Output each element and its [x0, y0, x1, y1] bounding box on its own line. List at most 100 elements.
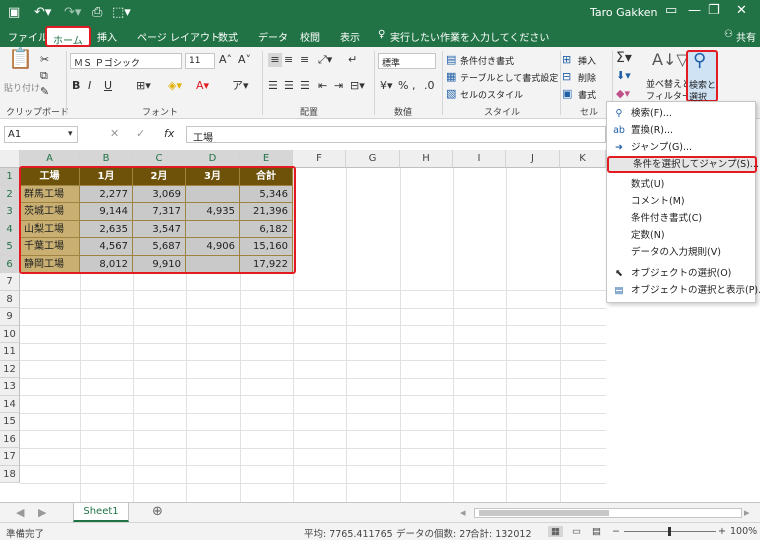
row-header-14[interactable]: 14: [0, 395, 20, 413]
menu-item-conditional-formatting[interactable]: 条件付き書式(C): [607, 210, 757, 227]
font-name-box[interactable]: ＭＳ Ｐゴシック: [70, 53, 182, 69]
grow-font-icon[interactable]: A˄: [219, 53, 232, 67]
clear-icon[interactable]: ◆▾: [616, 87, 630, 101]
shrink-font-icon[interactable]: A˅: [238, 53, 251, 67]
format-painter-icon[interactable]: ✎: [40, 85, 49, 99]
tab-view[interactable]: 表示: [340, 29, 360, 44]
row-header-2[interactable]: 2: [0, 185, 20, 203]
insert-cells-button[interactable]: 挿入: [578, 54, 596, 67]
wrap-text-icon[interactable]: ↵: [348, 53, 357, 67]
format-cells-button[interactable]: 書式: [578, 88, 596, 101]
select-all-corner[interactable]: [0, 150, 20, 168]
orientation-icon[interactable]: ⤢▾: [318, 53, 332, 67]
fill-icon[interactable]: ⬇▾: [616, 69, 631, 83]
align-left-icon[interactable]: ☰: [268, 79, 278, 93]
tab-file[interactable]: ファイル: [8, 29, 48, 44]
currency-icon[interactable]: ¥▾: [380, 79, 393, 93]
column-header-i[interactable]: I: [453, 150, 506, 168]
menu-item-comments[interactable]: コメント(M): [607, 193, 757, 210]
underline-icon[interactable]: U: [104, 79, 112, 93]
next-sheet-icon[interactable]: ▶: [38, 506, 46, 520]
ribbon-options-icon[interactable]: ▭: [665, 3, 677, 18]
delete-cells-button[interactable]: 削除: [578, 71, 596, 84]
row-header-10[interactable]: 10: [0, 325, 20, 343]
tab-formulas[interactable]: 数式: [218, 29, 238, 44]
row-header-7[interactable]: 7: [0, 273, 20, 291]
menu-item-selection-pane[interactable]: ▤ オブジェクトの選択と表示(P)...: [607, 282, 760, 299]
decimal-icon[interactable]: .0: [424, 79, 435, 93]
conditional-format-button[interactable]: 条件付き書式: [460, 54, 514, 67]
paste-icon[interactable]: 📋: [8, 48, 33, 68]
add-sheet-icon[interactable]: ⊕: [152, 505, 163, 519]
font-size-box[interactable]: 11: [185, 53, 215, 69]
menu-item-goto-special[interactable]: 条件を選択してジャンプ(S)...: [607, 156, 759, 173]
comma-icon[interactable]: ,: [412, 79, 416, 93]
page-layout-view-icon[interactable]: ▭: [572, 526, 581, 537]
copy-icon[interactable]: ⧉: [40, 69, 48, 83]
column-header-k[interactable]: K: [560, 150, 606, 168]
menu-item-constants[interactable]: 定数(N): [607, 227, 757, 244]
column-header-g[interactable]: G: [346, 150, 400, 168]
minimize-icon[interactable]: —: [688, 3, 701, 18]
row-header-4[interactable]: 4: [0, 220, 20, 238]
normal-view-icon[interactable]: ▦: [548, 526, 563, 537]
align-center-icon[interactable]: ☰: [284, 79, 294, 93]
share-button[interactable]: 共有: [736, 29, 756, 44]
share-icon[interactable]: ⚇: [724, 29, 733, 40]
scrollbar-thumb[interactable]: [479, 510, 609, 516]
enter-icon[interactable]: ✓: [136, 127, 145, 141]
row-header-16[interactable]: 16: [0, 430, 20, 448]
merge-center-icon[interactable]: ⊟▾: [350, 79, 365, 93]
bold-icon[interactable]: B: [72, 79, 80, 93]
quick-access-icon[interactable]: ⬚▾: [112, 4, 131, 22]
name-box[interactable]: A1: [4, 126, 78, 143]
column-header-j[interactable]: J: [506, 150, 560, 168]
sheet-tab-sheet1[interactable]: Sheet1: [73, 503, 129, 522]
italic-icon[interactable]: I: [88, 79, 91, 93]
menu-item-goto[interactable]: ➜ ジャンプ(G)...: [607, 139, 757, 156]
row-header-12[interactable]: 12: [0, 360, 20, 378]
menu-item-select-objects[interactable]: ⬉ オブジェクトの選択(O): [607, 265, 757, 282]
save-icon[interactable]: ▣: [8, 4, 20, 22]
row-header-9[interactable]: 9: [0, 308, 20, 326]
page-break-view-icon[interactable]: ▤: [592, 526, 601, 537]
tab-data[interactable]: データ: [258, 29, 288, 44]
insert-function-icon[interactable]: fx: [164, 127, 174, 141]
row-header-5[interactable]: 5: [0, 238, 20, 256]
undo-icon[interactable]: ↶▾: [34, 4, 51, 22]
prev-sheet-icon[interactable]: ◀: [16, 506, 24, 520]
user-name[interactable]: Taro Gakken: [590, 6, 658, 19]
scroll-left-icon[interactable]: ◂: [460, 506, 466, 520]
row-header-6[interactable]: 6: [0, 255, 20, 273]
find-select-button[interactable]: ⚲ 検索と 選択: [686, 50, 718, 103]
row-header-17[interactable]: 17: [0, 448, 20, 466]
paste-button[interactable]: 貼り付け: [4, 81, 40, 94]
tab-page-layout[interactable]: ページ レイアウト: [137, 29, 220, 44]
cut-icon[interactable]: ✂: [40, 53, 49, 67]
cell-styles-button[interactable]: セルのスタイル: [460, 88, 523, 101]
row-header-13[interactable]: 13: [0, 378, 20, 396]
cancel-icon[interactable]: ✕: [110, 127, 119, 141]
scroll-right-icon[interactable]: ▸: [744, 506, 750, 520]
align-bottom-icon[interactable]: ≡: [300, 53, 309, 67]
name-box-dropdown-icon[interactable]: ▾: [68, 127, 73, 141]
increase-indent-icon[interactable]: ⇥: [334, 79, 343, 93]
menu-item-data-validation[interactable]: データの入力規則(V): [607, 244, 757, 261]
phonetic-icon[interactable]: ア▾: [232, 79, 249, 93]
formula-input[interactable]: 工場: [186, 126, 606, 144]
row-header-15[interactable]: 15: [0, 413, 20, 431]
number-format-box[interactable]: 標準: [378, 53, 436, 69]
zoom-slider[interactable]: [624, 527, 716, 536]
zoom-out-icon[interactable]: −: [612, 526, 620, 537]
tab-insert[interactable]: 挿入: [97, 29, 117, 44]
row-header-18[interactable]: 18: [0, 465, 20, 483]
menu-item-find[interactable]: ⚲ 検索(F)...: [607, 105, 757, 122]
align-top-icon[interactable]: ≡: [268, 53, 282, 67]
autosum-icon[interactable]: Σ▾: [616, 51, 632, 65]
align-right-icon[interactable]: ☰: [300, 79, 310, 93]
redo-icon[interactable]: ↷▾: [64, 4, 81, 22]
row-header-8[interactable]: 8: [0, 290, 20, 308]
row-header-11[interactable]: 11: [0, 343, 20, 361]
column-header-f[interactable]: F: [293, 150, 346, 168]
column-header-h[interactable]: H: [400, 150, 453, 168]
